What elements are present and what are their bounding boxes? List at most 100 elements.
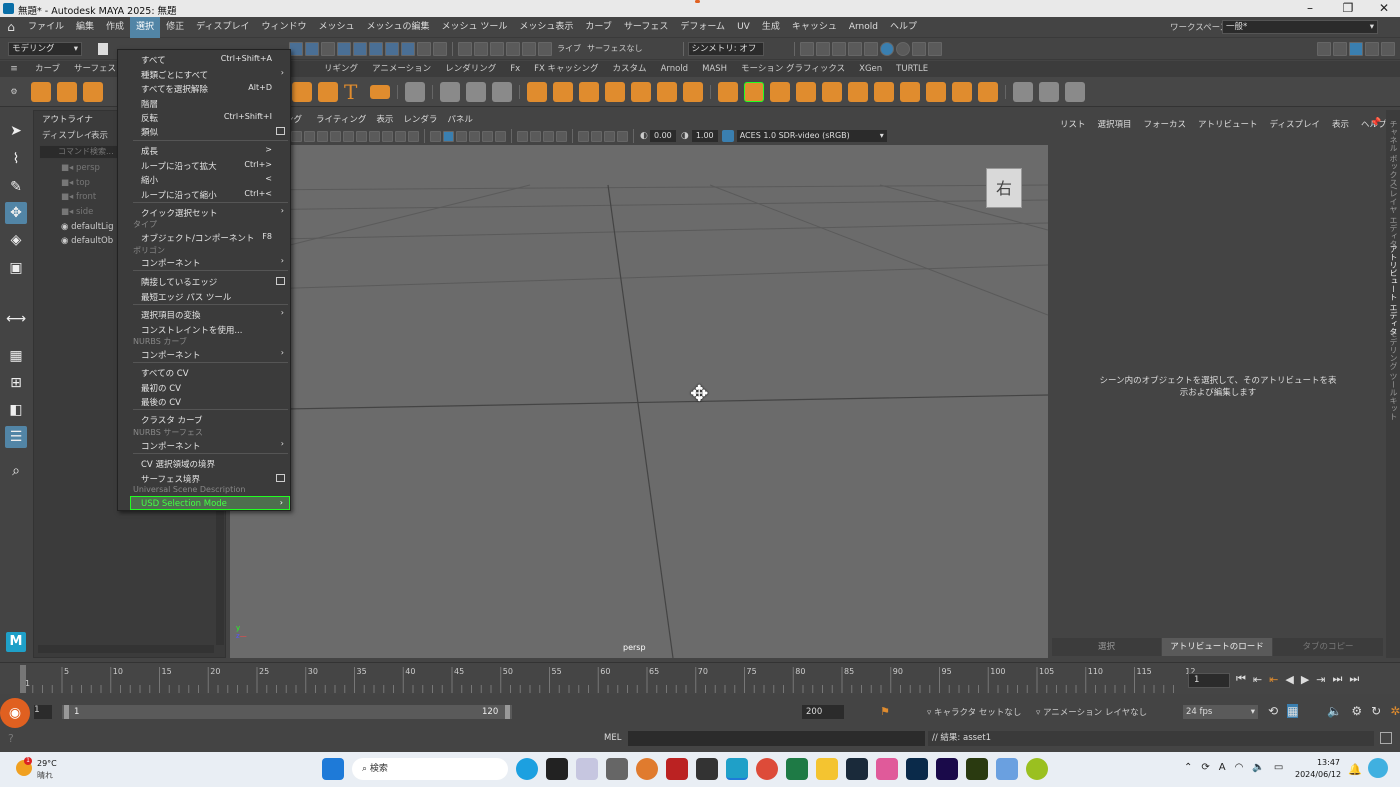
isolate-select-icon[interactable] <box>578 130 589 142</box>
separate-icon[interactable] <box>553 81 573 102</box>
smooth-brush-icon[interactable] <box>1065 81 1085 102</box>
tool-settings-toggle-icon[interactable] <box>1365 42 1379 56</box>
modeling-toolkit-toggle-icon[interactable] <box>1317 42 1331 56</box>
mode-dropdown[interactable]: モデリング ▾ <box>8 41 82 56</box>
photos-icon[interactable] <box>876 758 898 780</box>
sync-icon[interactable]: ⟳ <box>1201 762 1209 773</box>
shelf-tab-custom[interactable]: カスタム <box>606 61 654 77</box>
search-icon[interactable]: ⌕ <box>5 460 27 482</box>
fps-dropdown[interactable]: 24 fps ▾ <box>1183 705 1258 719</box>
film-gate-icon[interactable] <box>343 130 354 142</box>
insert-edge-loop-icon[interactable] <box>952 81 972 102</box>
shelf-tab-surfaces[interactable]: サーフェス <box>67 61 123 77</box>
edge-icon[interactable] <box>516 758 538 780</box>
shelf-tab-animation[interactable]: アニメーション <box>365 61 438 77</box>
shelf-menu-icon[interactable]: ≡ <box>0 64 28 74</box>
photoshop-icon[interactable] <box>906 758 928 780</box>
menu-mesh[interactable]: メッシュ <box>312 17 360 38</box>
menu-edit-mesh[interactable]: メッシュの編集 <box>360 17 435 38</box>
cache-playback-icon[interactable]: ▦ <box>1287 704 1299 718</box>
symmetry-dropdown[interactable]: シンメトリ: オフ <box>687 41 764 56</box>
snap-view-plane-icon[interactable] <box>522 41 536 56</box>
time-slider[interactable]: 1 5 10 15 20 25 30 35 40 45 50 55 60 65 70 75 80 85 90 95 10… <box>0 662 1400 694</box>
connect-icon[interactable] <box>926 81 946 102</box>
color-management-icon[interactable] <box>721 130 734 142</box>
script-editor-icon[interactable] <box>1380 732 1392 744</box>
image-plane-icon[interactable] <box>317 130 328 142</box>
offset-edge-loop-icon[interactable] <box>978 81 998 102</box>
extract-icon[interactable] <box>579 81 599 102</box>
range-end-handle[interactable] <box>505 705 510 719</box>
close-button[interactable]: ✕ <box>1366 0 1400 17</box>
four-view-layout-icon[interactable]: ⊞ <box>5 372 27 394</box>
live-target[interactable]: サーフェスなし <box>587 43 643 54</box>
shelf-tab-fx-caching[interactable]: FX キャッシング <box>527 61 605 77</box>
attr-menu-focus[interactable]: フォーカス <box>1144 118 1187 130</box>
load-attributes-button[interactable]: アトリビュートのロード <box>1162 638 1272 656</box>
menu-item-object-component[interactable]: オブジェクト/コンポーネント F8 <box>118 230 290 244</box>
option-box-icon[interactable] <box>276 277 285 285</box>
sticky-app-icon[interactable] <box>546 758 568 780</box>
attr-menu-attributes[interactable]: アトリビュート <box>1198 118 1258 130</box>
blender-icon[interactable] <box>636 758 658 780</box>
menu-item-hierarchy[interactable]: 階層 <box>118 96 290 110</box>
obs-icon[interactable] <box>696 758 718 780</box>
menu-item-nurbs-surface-component[interactable]: コンポーネント › <box>118 438 290 452</box>
refresh-icon[interactable]: ↻ <box>1371 704 1381 718</box>
smooth-icon[interactable] <box>631 81 651 102</box>
menu-edit[interactable]: 編集 <box>70 17 100 38</box>
arnold-render-icon[interactable] <box>879 41 894 56</box>
attr-menu-list[interactable]: リスト <box>1060 118 1086 130</box>
clock-date[interactable]: 2024/06/12 <box>1295 770 1341 779</box>
menu-mesh-tools[interactable]: メッシュ ツール <box>436 17 514 38</box>
menu-item-inverse[interactable]: 反転 Ctrl+Shift+I <box>118 110 290 124</box>
grab-icon[interactable] <box>1039 81 1059 102</box>
menu-display[interactable]: ディスプレイ <box>190 17 255 38</box>
sculpt-icon[interactable] <box>1013 81 1033 102</box>
outliner-item-default-light-set[interactable]: ◉ defaultLig <box>61 222 114 232</box>
shelf-tab-rigging[interactable]: リギング <box>317 61 365 77</box>
menu-item-cluster-curve[interactable]: クラスタ カーブ <box>118 412 290 426</box>
step-forward-key-icon[interactable]: ⇥ <box>1316 673 1325 686</box>
character-set-dropdown[interactable]: ▿ キャラクタ セットなし <box>927 706 1021 718</box>
type-tool-icon[interactable]: T <box>344 82 364 102</box>
menu-item-similar[interactable]: 類似 <box>118 124 290 138</box>
notifications-icon[interactable]: 🔔 <box>1348 763 1362 776</box>
combine-icon[interactable] <box>527 81 547 102</box>
remesh-icon[interactable] <box>683 81 703 102</box>
collapse-icon[interactable] <box>900 81 920 102</box>
chrome-icon[interactable] <box>756 758 778 780</box>
target-weld-icon[interactable] <box>874 81 894 102</box>
gamma-field[interactable]: 1.00 <box>691 130 718 142</box>
shadows-icon[interactable] <box>495 130 506 142</box>
menu-file[interactable]: ファイル <box>22 17 70 38</box>
single-perspective-layout-icon[interactable]: ▦ <box>5 345 27 367</box>
highlight-selection-icon[interactable] <box>433 41 447 56</box>
clock-time[interactable]: 13:47 <box>1300 758 1340 767</box>
option-box-icon[interactable] <box>276 474 285 482</box>
select-button[interactable]: 選択 <box>1052 638 1161 656</box>
menu-item-cv-selection-boundary[interactable]: CV 選択領域の境界 <box>118 456 290 470</box>
minimize-button[interactable]: – <box>1292 0 1328 17</box>
extrude-icon[interactable] <box>718 81 738 102</box>
render-current-frame-icon[interactable] <box>799 41 814 56</box>
sound-icon[interactable]: 🔈 <box>1327 704 1342 718</box>
home-icon[interactable]: ⌂ <box>0 20 22 34</box>
menu-arnold[interactable]: Arnold <box>843 17 884 38</box>
wireframe-icon[interactable] <box>430 130 441 142</box>
houdini-icon[interactable] <box>666 758 688 780</box>
flask-app-icon[interactable] <box>996 758 1018 780</box>
boolean-icon[interactable] <box>605 81 625 102</box>
render-settings-icon[interactable] <box>831 41 846 56</box>
designer-icon[interactable] <box>966 758 988 780</box>
shelf-tab-turtle[interactable]: TURTLE <box>889 61 935 77</box>
shelf-tab-motion-graphics[interactable]: モーション グラフィックス <box>734 61 852 77</box>
go-to-start-icon[interactable]: ⏮ <box>1236 672 1246 686</box>
outliner-menu-display[interactable]: ディスプレイ <box>42 129 92 141</box>
vectorworks-icon[interactable] <box>1026 758 1048 780</box>
mask-handles-icon[interactable] <box>337 41 351 56</box>
select-by-hierarchy-icon[interactable] <box>289 41 303 56</box>
menu-item-first-cv[interactable]: 最初の CV <box>118 380 290 394</box>
shelf-tab-xgen[interactable]: XGen <box>852 61 889 77</box>
start-frame-field[interactable]: 1 <box>34 705 52 719</box>
